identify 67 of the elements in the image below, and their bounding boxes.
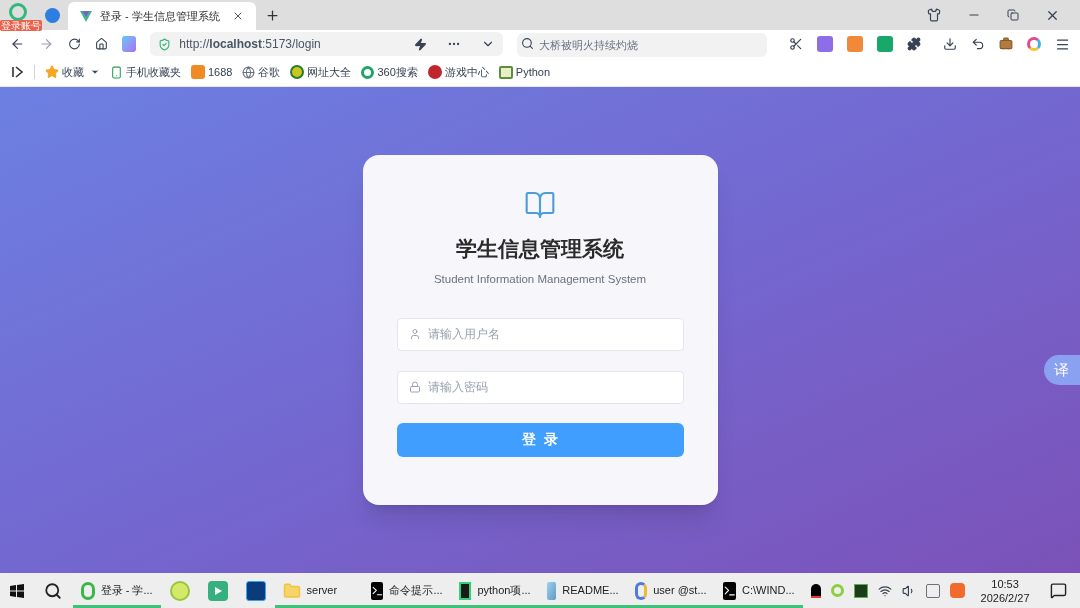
send-icon[interactable] <box>44 7 60 23</box>
user-icon <box>408 327 421 340</box>
ring-icon <box>361 65 375 79</box>
new-tab-icon[interactable] <box>264 7 280 23</box>
bookmark-item[interactable]: 谷歌 <box>242 63 281 81</box>
bookmark-item[interactable]: 收藏 <box>45 63 84 81</box>
folder-icon <box>282 581 301 600</box>
reload-icon[interactable] <box>67 37 81 51</box>
address-field[interactable]: http://localhost:5173/login <box>150 32 503 56</box>
password-field[interactable]: 请输入密码 <box>396 370 684 404</box>
clock-date: 2026/2/27 <box>980 590 1030 605</box>
terminal-icon <box>370 581 384 600</box>
briefcase-icon[interactable] <box>999 37 1013 51</box>
username-field[interactable]: 请输入用户名 <box>396 317 684 351</box>
search-field[interactable]: 大桥被明火持续灼烧 <box>517 33 767 57</box>
book-icon <box>524 189 556 221</box>
bookmark-item[interactable]: 1688 <box>191 63 233 81</box>
terminal-icon <box>722 581 736 600</box>
bolt-icon[interactable] <box>414 37 427 51</box>
url-text: http://localhost:5173/login <box>179 36 322 53</box>
scissors-icon[interactable] <box>789 37 803 51</box>
colorful-ring-icon[interactable] <box>1027 37 1041 51</box>
triangle-logo-icon <box>80 10 92 22</box>
dropdown-icon[interactable] <box>90 67 100 77</box>
windows-icon[interactable] <box>9 583 24 598</box>
clock-time: 10:53 <box>991 576 1019 591</box>
sidebar-toggle-icon[interactable] <box>12 66 24 78</box>
globe-icon <box>242 65 256 79</box>
lock-icon <box>408 380 421 393</box>
star-icon <box>45 65 59 79</box>
undo-icon[interactable] <box>971 37 985 51</box>
window-icon <box>498 65 513 79</box>
bookmark-item[interactable]: 手机收藏夹 <box>110 63 181 81</box>
clock[interactable]: 10:53 2026/2/27 <box>972 573 1038 608</box>
phone-icon <box>110 65 123 79</box>
taskbar-window-button[interactable]: user @st... <box>626 573 715 608</box>
search-icon[interactable] <box>44 581 63 600</box>
search-icon <box>521 37 534 50</box>
shirt-icon[interactable] <box>927 8 941 22</box>
browser-tab[interactable]: 登录 - 学生信息管理系统 <box>68 2 256 30</box>
taskbar-window-button[interactable]: README... <box>538 573 627 608</box>
menu-icon[interactable] <box>1055 36 1070 52</box>
taskbar-window-button[interactable]: 登录 - 学... <box>72 573 161 608</box>
download-icon[interactable] <box>943 37 957 51</box>
notification-icon[interactable] <box>1050 582 1068 599</box>
bookmark-item[interactable]: 游戏中心 <box>427 63 489 81</box>
close-icon[interactable] <box>232 10 244 22</box>
taskbar-window-button[interactable]: C:\WIND... <box>714 573 803 608</box>
home-icon[interactable] <box>94 37 108 51</box>
puzzle-icon[interactable] <box>907 37 921 51</box>
system-subtitle: Student Information Management System <box>433 271 647 287</box>
square-icon <box>245 580 266 601</box>
square-icon <box>458 581 472 600</box>
tab-title: 登录 - 学生信息管理系统 <box>100 8 221 24</box>
back-icon[interactable] <box>10 36 25 52</box>
taskbar-window-button[interactable]: 命令提示... <box>362 573 451 608</box>
wifi-icon[interactable] <box>877 583 892 598</box>
taskbar-window-button[interactable]: python项... <box>450 573 539 608</box>
taskbar-window-button[interactable]: server <box>274 573 363 608</box>
play-icon <box>207 580 228 601</box>
system-title: 学生信息管理系统 <box>456 236 624 262</box>
restore-icon[interactable] <box>1007 9 1019 21</box>
bookmark-item[interactable]: 网址大全 <box>290 63 352 81</box>
shield-icon <box>158 37 172 51</box>
square-icon <box>191 65 205 79</box>
bookmark-item[interactable]: 360搜索 <box>361 63 418 81</box>
bookmark-item[interactable]: Python <box>498 63 551 81</box>
